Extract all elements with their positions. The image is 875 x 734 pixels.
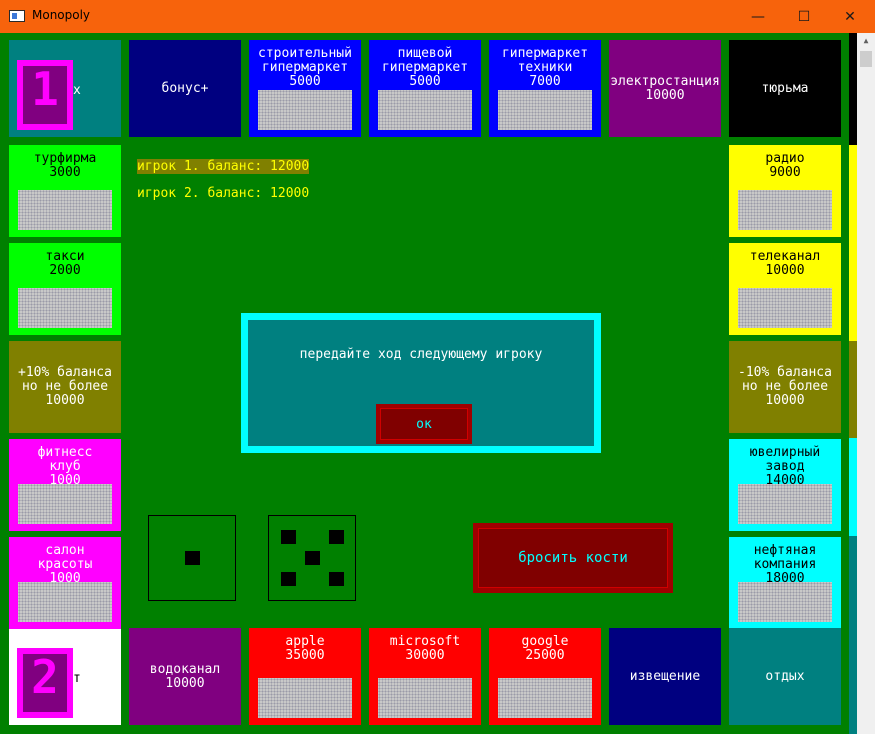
app-icon	[9, 10, 25, 22]
corner-cell-label: т	[73, 671, 81, 686]
maximize-button[interactable]: ☐	[781, 0, 827, 33]
board-cell-penalty-10: -10% баланса но не более 10000	[729, 341, 841, 433]
cell-label: google 25000	[521, 634, 569, 663]
window-title: Monopoly	[32, 8, 91, 22]
die-pip	[329, 572, 344, 586]
player-2-token: 2	[17, 648, 73, 718]
board-cell-beauty-salon: салон красоты 1000	[9, 537, 121, 629]
cell-label: apple 35000	[285, 634, 325, 663]
board-cell-microsoft: microsoft 30000	[369, 628, 481, 725]
cell-label: ювелирный завод 14000	[749, 445, 821, 488]
board-cell-notice: извещение	[609, 628, 721, 725]
player-1-token: 1	[17, 60, 73, 130]
cell-label: отдых	[765, 668, 805, 684]
turn-dialog: передайте ход следующему игроку ок	[241, 313, 601, 453]
die-pip	[281, 530, 296, 544]
minimize-button[interactable]: —	[735, 0, 781, 33]
corner-cell-player-1: 1 х	[9, 40, 121, 137]
die-pip	[329, 530, 344, 544]
cell-label: -10% баланса но не более 10000	[738, 365, 832, 408]
cell-label: такси 2000	[45, 249, 85, 278]
cell-label: электростанция 10000	[610, 73, 720, 103]
corner-cell-player-2: 2 т	[9, 628, 121, 725]
cell-label: нефтяная компания 18000	[753, 543, 817, 586]
property-card-pattern	[18, 288, 112, 328]
board-cell-bonus: бонус+	[129, 40, 241, 137]
board-cell-rest: отдых	[729, 628, 841, 725]
die-pip	[281, 572, 296, 586]
board-cell-power-plant: электростанция 10000	[609, 40, 721, 137]
cell-label: тюрьма	[761, 80, 809, 96]
cell-label: извещение	[629, 668, 701, 684]
property-card-pattern	[498, 678, 592, 718]
edge-stripe	[849, 145, 857, 341]
property-card-pattern	[738, 190, 832, 230]
ok-button[interactable]: ок	[376, 404, 472, 444]
edge-stripe	[849, 536, 857, 734]
cell-label: бонус+	[161, 80, 209, 96]
board-cell-jail: тюрьма	[729, 40, 841, 137]
board-cell-taxi: такси 2000	[9, 243, 121, 335]
roll-dice-label: бросить кости	[478, 528, 668, 588]
property-card-pattern	[378, 90, 472, 130]
die-2	[268, 515, 356, 601]
board-cell-construction-hypermarket: строительный гипермаркет 5000	[249, 40, 361, 137]
die-pip	[305, 551, 320, 565]
board-cell-jewelry-factory: ювелирный завод 14000	[729, 439, 841, 531]
corner-cell-label: х	[73, 83, 81, 98]
board-cell-bonus-10: +10% баланса но не более 10000	[9, 341, 121, 433]
player-1-balance: игрок 1. баланс: 12000	[137, 159, 310, 174]
cell-label: microsoft 30000	[389, 634, 461, 663]
property-card-pattern	[258, 678, 352, 718]
cell-label: водоканал 10000	[149, 661, 221, 691]
property-card-pattern	[258, 90, 352, 130]
cell-label: строительный гипермаркет 5000	[258, 46, 352, 89]
property-card-pattern	[738, 484, 832, 524]
cell-label: гипермаркет техники 7000	[501, 46, 589, 89]
board-cell-water-utility: водоканал 10000	[129, 628, 241, 725]
close-button[interactable]: ✕	[827, 0, 873, 33]
property-card-pattern	[18, 190, 112, 230]
dialog-message: передайте ход следующему игроку	[299, 347, 543, 362]
board-edge-strip	[849, 33, 857, 734]
board-cell-fitness-club: фитнесс клуб 1000	[9, 439, 121, 531]
edge-stripe	[849, 33, 857, 145]
ok-button-label: ок	[380, 408, 468, 440]
property-card-pattern	[738, 288, 832, 328]
property-card-pattern	[738, 582, 832, 622]
cell-label: +10% баланса но не более 10000	[18, 365, 112, 408]
board-cell-oil-company: нефтяная компания 18000	[729, 537, 841, 629]
edge-stripe	[849, 438, 857, 536]
cell-label: турфирма 3000	[33, 151, 97, 180]
edge-stripe	[849, 341, 857, 438]
title-bar: Monopoly — ☐ ✕	[0, 0, 875, 33]
board-cell-google: google 25000	[489, 628, 601, 725]
board-cell-food-hypermarket: пищевой гипермаркет 5000	[369, 40, 481, 137]
scroll-up-arrow-icon[interactable]: ▲	[857, 33, 875, 49]
cell-label: телеканал 10000	[749, 249, 821, 278]
board-cell-electronics-hypermarket: гипермаркет техники 7000	[489, 40, 601, 137]
die-pip	[185, 551, 200, 565]
board-cell-radio: радио 9000	[729, 145, 841, 237]
property-card-pattern	[378, 678, 472, 718]
property-card-pattern	[18, 582, 112, 622]
property-card-pattern	[498, 90, 592, 130]
cell-label: салон красоты 1000	[37, 543, 93, 586]
cell-label: пищевой гипермаркет 5000	[381, 46, 469, 89]
vertical-scrollbar[interactable]: ▲	[857, 33, 875, 734]
player-2-balance: игрок 2. баланс: 12000	[137, 186, 310, 201]
board-cell-apple: apple 35000	[249, 628, 361, 725]
cell-label: радио 9000	[765, 151, 805, 180]
board-cell-travel-agency: турфирма 3000	[9, 145, 121, 237]
player-1-token-number: 1	[31, 62, 59, 116]
property-card-pattern	[18, 484, 112, 524]
die-1	[148, 515, 236, 601]
board-cell-tv-channel: телеканал 10000	[729, 243, 841, 335]
roll-dice-button[interactable]: бросить кости	[473, 523, 673, 593]
player-2-token-number: 2	[31, 650, 59, 704]
cell-label: фитнесс клуб 1000	[37, 445, 93, 488]
scrollbar-thumb[interactable]	[860, 51, 872, 67]
